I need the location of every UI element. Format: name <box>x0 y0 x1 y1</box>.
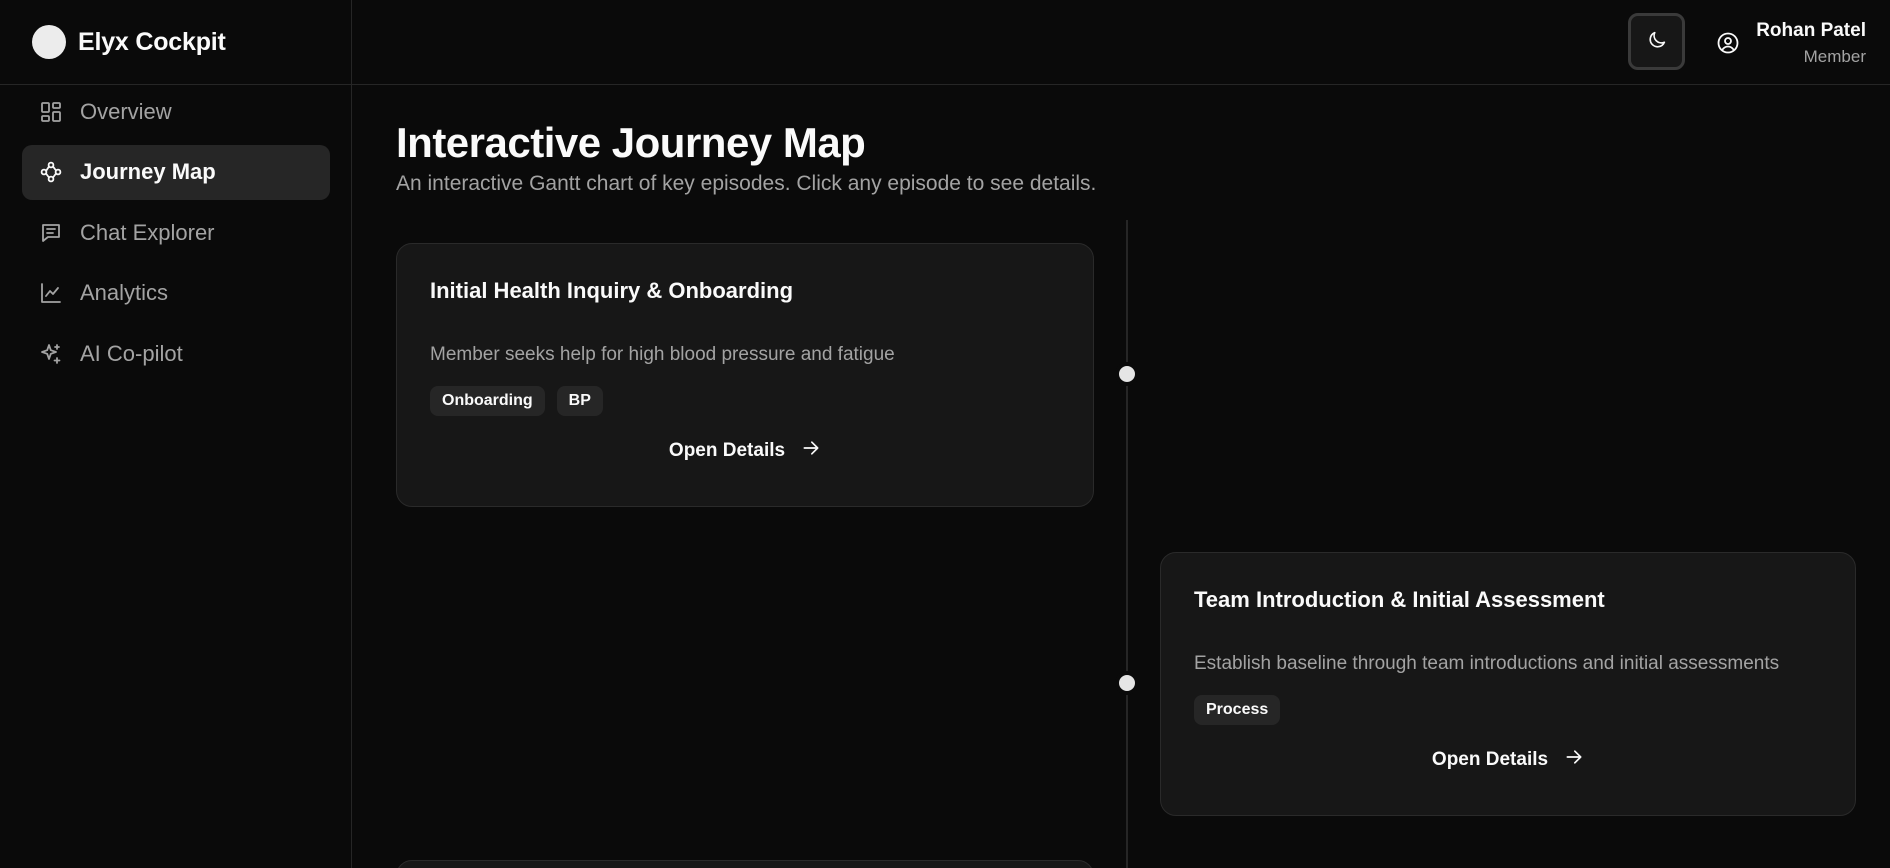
open-details-button[interactable]: Open Details <box>1161 747 1855 772</box>
episode-tags: Onboarding BP <box>430 386 603 416</box>
episode-description: Establish baseline through team introduc… <box>1194 653 1780 674</box>
sidebar-item-ai-co-pilot[interactable]: AI Co-pilot <box>22 326 330 381</box>
brand[interactable]: Elyx Cockpit <box>0 0 351 85</box>
arrow-right-icon <box>1564 747 1584 772</box>
sidebar-item-label: Journey Map <box>80 159 216 184</box>
open-details-label: Open Details <box>1431 748 1549 770</box>
moon-icon <box>1646 29 1668 54</box>
tag-badge: BP <box>556 386 603 416</box>
sidebar-item-analytics[interactable]: Analytics <box>22 266 330 321</box>
sidebar-item-label: Chat Explorer <box>80 219 215 245</box>
timeline-dot <box>1116 363 1138 385</box>
brand-logo <box>32 25 66 59</box>
episode-title: Initial Health Inquiry & Onboarding <box>430 278 794 303</box>
sidebar-item-label: AI Co-pilot <box>80 340 183 366</box>
route-icon <box>38 159 64 185</box>
sidebar-item-journey-map[interactable]: Journey Map <box>22 144 330 200</box>
message-square-text-icon <box>38 220 64 246</box>
sidebar-nav: Overview Journey Map Chat Explorer Analy… <box>22 84 330 387</box>
sparkles-icon <box>38 341 64 367</box>
user-role: Member <box>1803 47 1866 66</box>
line-chart-icon <box>38 280 64 306</box>
episode-card[interactable] <box>396 860 1094 868</box>
arrow-right-icon <box>801 438 821 463</box>
episode-card[interactable]: Initial Health Inquiry & Onboarding Memb… <box>396 243 1094 507</box>
layout-dashboard-icon <box>38 99 64 125</box>
theme-toggle-button[interactable] <box>1628 13 1685 70</box>
user-circle-icon[interactable] <box>1714 29 1742 57</box>
timeline-dot <box>1116 672 1138 694</box>
episode-tags: Process <box>1194 695 1281 725</box>
sidebar-item-label: Analytics <box>80 280 169 305</box>
tag-badge: Onboarding <box>430 386 545 416</box>
open-details-label: Open Details <box>668 439 786 461</box>
tag-badge: Process <box>1194 695 1281 725</box>
episode-title: Team Introduction & Initial Assessment <box>1194 587 1605 612</box>
sidebar-item-label: Overview <box>80 98 172 124</box>
brand-name: Elyx Cockpit <box>78 27 226 56</box>
timeline-line <box>1126 220 1128 868</box>
page-title: Interactive Journey Map <box>396 119 866 166</box>
page-subtitle: An interactive Gantt chart of key episod… <box>396 172 1097 195</box>
sidebar-item-chat-explorer[interactable]: Chat Explorer <box>22 205 330 260</box>
sidebar: Elyx Cockpit Overview Journey Map Chat E… <box>0 0 352 868</box>
sidebar-item-overview[interactable]: Overview <box>22 84 330 139</box>
episode-description: Member seeks help for high blood pressur… <box>430 344 895 365</box>
user-name: Rohan Patel <box>1756 20 1866 41</box>
episode-card[interactable]: Team Introduction & Initial Assessment E… <box>1160 552 1856 816</box>
open-details-button[interactable]: Open Details <box>397 438 1093 463</box>
